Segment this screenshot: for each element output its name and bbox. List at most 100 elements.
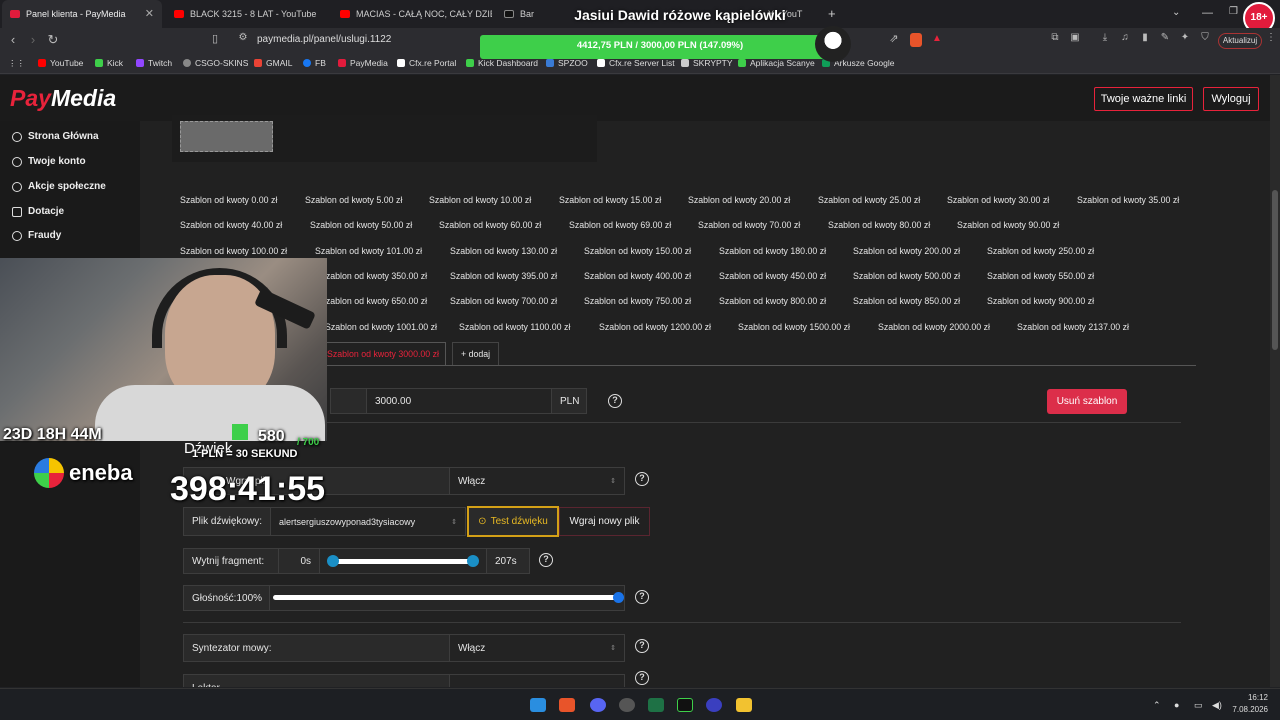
template-tab[interactable]: Szablon od kwoty 350.00 zł bbox=[320, 271, 427, 281]
help-icon[interactable]: ? bbox=[608, 394, 622, 408]
scrollbar[interactable] bbox=[1270, 75, 1280, 687]
terminal-taskbar-icon[interactable] bbox=[677, 698, 693, 712]
extensions-icon[interactable]: ⧉ bbox=[1046, 32, 1064, 43]
sidebar-icon[interactable]: ▮ bbox=[1136, 32, 1154, 43]
tab-paymedia[interactable]: Panel klienta - PayMedia ✕ bbox=[2, 0, 162, 28]
test-sound-button[interactable]: ⊙ Test dźwięku bbox=[467, 506, 559, 537]
logout-button[interactable]: Wyloguj bbox=[1203, 87, 1259, 111]
add-template-button[interactable]: + dodaj bbox=[452, 342, 500, 365]
template-tab[interactable]: Szablon od kwoty 50.00 zł bbox=[310, 220, 412, 230]
template-tab[interactable]: Szablon od kwoty 400.00 zł bbox=[584, 271, 691, 281]
chevron-down-icon[interactable]: ⌄ bbox=[1172, 7, 1180, 18]
help-icon[interactable]: ? bbox=[635, 590, 649, 604]
leo-icon[interactable]: ✎ bbox=[1156, 32, 1174, 43]
address-bar[interactable]: paymedia.pl/panel/uslugi.1122 bbox=[257, 34, 391, 45]
minimize-icon[interactable]: — bbox=[1202, 7, 1213, 19]
tts-select[interactable]: Włącz ⇕ bbox=[449, 634, 625, 662]
sidebar-item-frauds[interactable]: Fraudy bbox=[12, 230, 61, 241]
template-tab[interactable]: Szablon od kwoty 700.00 zł bbox=[450, 296, 557, 306]
template-tab[interactable]: Szablon od kwoty 130.00 zł bbox=[450, 246, 557, 256]
back-icon[interactable]: ‹ bbox=[4, 32, 22, 47]
template-tab[interactable]: Szablon od kwoty 395.00 zł bbox=[450, 271, 557, 281]
template-tab[interactable]: Szablon od kwoty 1500.00 zł bbox=[738, 322, 850, 332]
template-tab[interactable]: Szablon od kwoty 1001.00 zł bbox=[325, 322, 437, 332]
bookmark-kick[interactable]: Kick bbox=[95, 58, 123, 68]
tab-youtube-macias[interactable]: MACIAS - CAŁĄ NOC, CAŁY DZIEŃ - bbox=[332, 0, 492, 28]
template-tab[interactable]: Szablon od kwoty 900.00 zł bbox=[987, 296, 1094, 306]
site-settings-icon[interactable]: ⚙ bbox=[234, 32, 252, 43]
template-tab[interactable]: Szablon od kwoty 750.00 zł bbox=[584, 296, 691, 306]
template-tab[interactable]: Szablon od kwoty 100.00 zł bbox=[180, 246, 287, 256]
bookmark-spzoo[interactable]: SPZOO bbox=[546, 58, 588, 68]
brave-shield-icon[interactable] bbox=[910, 33, 922, 47]
apps-icon[interactable]: ⋮⋮ bbox=[8, 58, 25, 69]
sidebar-item-account[interactable]: Twoje konto bbox=[12, 156, 86, 167]
template-tab[interactable]: Szablon od kwoty 25.00 zł bbox=[818, 195, 920, 205]
bookmark-fb[interactable]: FB bbox=[303, 58, 326, 68]
template-tab[interactable]: Szablon od kwoty 90.00 zł bbox=[957, 220, 1059, 230]
folder-taskbar-icon[interactable] bbox=[736, 698, 752, 712]
template-tab[interactable]: Szablon od kwoty 650.00 zł bbox=[320, 296, 427, 306]
bookmark-scanye[interactable]: Aplikacja Scanye bbox=[738, 58, 815, 68]
amount-input[interactable]: 3000.00 bbox=[366, 388, 552, 414]
template-tab[interactable]: Szablon od kwoty 30.00 zł bbox=[947, 195, 1049, 205]
trim-end-handle[interactable] bbox=[467, 555, 479, 567]
template-tab[interactable]: Szablon od kwoty 35.00 zł bbox=[1077, 195, 1179, 205]
sidebar-item-donations[interactable]: Dotacje bbox=[12, 206, 64, 217]
network-icon[interactable]: ▭ bbox=[1194, 700, 1203, 711]
bookmark-cfx-portal[interactable]: Cfx.re Portal bbox=[397, 58, 456, 68]
template-tab[interactable]: Szablon od kwoty 550.00 zł bbox=[987, 271, 1094, 281]
download-icon[interactable]: ⤓ bbox=[1096, 32, 1114, 43]
chevron-up-icon[interactable]: ⌃ bbox=[1153, 700, 1161, 711]
lector-select[interactable] bbox=[449, 674, 625, 687]
template-tab[interactable]: Szablon od kwoty 450.00 zł bbox=[719, 271, 826, 281]
template-tab[interactable]: Szablon od kwoty 1100.00 zł bbox=[459, 322, 570, 332]
template-tab[interactable]: Szablon od kwoty 40.00 zł bbox=[180, 220, 282, 230]
upload-file-button[interactable]: Wgraj nowy plik bbox=[559, 507, 650, 536]
reload-icon[interactable]: ↻ bbox=[44, 32, 62, 48]
template-tab[interactable]: Szablon od kwoty 1200.00 zł bbox=[599, 322, 711, 332]
bookmark-paymedia[interactable]: PayMedia bbox=[338, 58, 388, 68]
update-button[interactable]: Aktualizuj bbox=[1218, 33, 1262, 49]
bookmark-gmail[interactable]: GMAIL bbox=[254, 58, 292, 68]
discord-taskbar-icon[interactable] bbox=[590, 698, 606, 712]
bookmark-icon[interactable]: ▯ bbox=[206, 32, 224, 45]
important-links-button[interactable]: Twoje ważne linki bbox=[1094, 87, 1193, 111]
template-tab[interactable]: Szablon od kwoty 500.00 zł bbox=[853, 271, 960, 281]
trim-start-handle[interactable] bbox=[327, 555, 339, 567]
clock-date[interactable]: 7.08.2026 bbox=[1226, 705, 1268, 714]
template-tab[interactable]: Szablon od kwoty 850.00 zł bbox=[853, 296, 960, 306]
close-icon[interactable]: ✕ bbox=[145, 7, 154, 20]
volume-handle[interactable] bbox=[613, 592, 624, 603]
bookmark-twitch[interactable]: Twitch bbox=[136, 58, 172, 68]
bookmark-csgo-skins[interactable]: CSGO-SKINS bbox=[183, 58, 248, 68]
template-tab-active[interactable]: Szablon od kwoty 3000.00 zł bbox=[320, 342, 446, 365]
template-tab[interactable]: Szablon od kwoty 200.00 zł bbox=[853, 246, 960, 256]
template-tab[interactable]: Szablon od kwoty 2137.00 zł bbox=[1017, 322, 1129, 332]
template-tab[interactable]: Szablon od kwoty 101.00 zł bbox=[315, 246, 422, 256]
sound-toggle-select[interactable]: Włącz ⇕ bbox=[449, 467, 625, 495]
bookmark-kick-dashboard[interactable]: Kick Dashboard bbox=[466, 58, 538, 68]
template-tab[interactable]: Szablon od kwoty 800.00 zł bbox=[719, 296, 826, 306]
template-tab[interactable]: Szablon od kwoty 80.00 zł bbox=[828, 220, 930, 230]
brave-taskbar-icon[interactable] bbox=[559, 698, 575, 712]
sidebar-item-social[interactable]: Akcje społeczne bbox=[12, 181, 106, 192]
maximize-icon[interactable]: ❐ bbox=[1229, 6, 1238, 17]
tab-youtube-black[interactable]: BLACK 3215 - 8 LAT - YouTube bbox=[166, 0, 328, 28]
template-tab[interactable]: Szablon od kwoty 69.00 zł bbox=[569, 220, 671, 230]
template-tab[interactable]: Szablon od kwoty 70.00 zł bbox=[698, 220, 800, 230]
chrome-taskbar-icon[interactable] bbox=[619, 698, 635, 712]
sound-file-select[interactable]: alertsergiuszowyponad3tysiacowy ⇕ bbox=[270, 507, 466, 536]
microphone-icon[interactable]: ● bbox=[1174, 700, 1179, 710]
share-icon[interactable]: ⇗ bbox=[885, 32, 903, 45]
forward-icon[interactable]: › bbox=[24, 32, 42, 47]
bookmark-skrypty[interactable]: SKRYPTY bbox=[681, 58, 733, 68]
bookmark-youtube[interactable]: YouTube bbox=[38, 58, 83, 68]
template-tab[interactable]: Szablon od kwoty 150.00 zł bbox=[584, 246, 691, 256]
ai-icon[interactable]: ✦ bbox=[1176, 32, 1194, 43]
template-tab[interactable]: Szablon od kwoty 5.00 zł bbox=[305, 195, 402, 205]
app-taskbar-icon[interactable] bbox=[706, 698, 722, 712]
help-icon[interactable]: ? bbox=[635, 639, 649, 653]
template-tab[interactable]: Szablon od kwoty 250.00 zł bbox=[987, 246, 1094, 256]
wallet-icon[interactable]: ▣ bbox=[1066, 32, 1084, 43]
